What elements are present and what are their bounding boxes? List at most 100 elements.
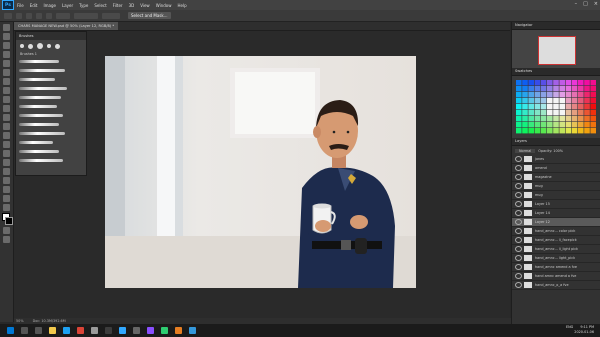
brush-stroke-item[interactable] [19, 94, 83, 101]
swatch-cell[interactable] [584, 116, 590, 122]
swatch-cell[interactable] [547, 104, 553, 110]
swatch-cell[interactable] [516, 122, 522, 128]
layer-row[interactable]: hand_amnc amend a fve [512, 263, 600, 272]
stamp-tool-icon[interactable] [3, 96, 10, 103]
swatch-cell[interactable] [547, 86, 553, 92]
swatch-cell[interactable] [516, 110, 522, 116]
swatch-cell[interactable] [547, 92, 553, 98]
brush-size-picker[interactable] [56, 12, 70, 19]
brush-stroke-item[interactable] [19, 85, 83, 92]
swatch-cell[interactable] [578, 128, 584, 134]
swatch-cell[interactable] [516, 98, 522, 104]
pen-tool-icon[interactable] [3, 150, 10, 157]
swatch-cell[interactable] [547, 128, 553, 134]
photoshop-icon[interactable] [119, 327, 126, 334]
swatch-cell[interactable] [534, 128, 541, 134]
swatch-cell[interactable] [559, 116, 565, 122]
swatch-cell[interactable] [553, 122, 559, 128]
swatch-cell[interactable] [559, 98, 565, 104]
swatch-cell[interactable] [571, 128, 578, 134]
swatch-cell[interactable] [590, 98, 596, 104]
swatch-cell[interactable] [584, 92, 590, 98]
maximize-icon[interactable]: □ [583, 1, 588, 7]
swatch-cell[interactable] [540, 128, 547, 134]
swatch-cell[interactable] [540, 80, 547, 86]
swatch-cell[interactable] [578, 80, 584, 86]
visibility-eye-icon[interactable] [515, 156, 522, 162]
visibility-eye-icon[interactable] [515, 183, 522, 189]
visibility-eye-icon[interactable] [515, 210, 522, 216]
swatch-cell[interactable] [565, 104, 572, 110]
swatch-cell[interactable] [540, 116, 547, 122]
files-icon[interactable] [91, 327, 98, 334]
swatch-cell[interactable] [534, 116, 541, 122]
swatch-cell[interactable] [578, 116, 584, 122]
path-select-tool-icon[interactable] [3, 168, 10, 175]
visibility-eye-icon[interactable] [515, 201, 522, 207]
swatch-cell[interactable] [522, 128, 528, 134]
swatch-cell[interactable] [534, 92, 541, 98]
crop-tool-icon[interactable] [3, 60, 10, 67]
brush-stroke-item[interactable] [19, 121, 83, 128]
swatch-cell[interactable] [534, 122, 541, 128]
visibility-eye-icon[interactable] [515, 273, 522, 279]
swatch-cell[interactable] [528, 98, 534, 104]
blend-mode-select[interactable]: Normal [515, 148, 536, 153]
swatch-cell[interactable] [578, 110, 584, 116]
swatch-cell[interactable] [547, 80, 553, 86]
app-icon-1[interactable] [133, 327, 140, 334]
swatch-cell[interactable] [571, 122, 578, 128]
swatch-cell[interactable] [540, 104, 547, 110]
swatch-cell[interactable] [522, 98, 528, 104]
swatch-cell[interactable] [522, 86, 528, 92]
swatch-cell[interactable] [571, 98, 578, 104]
blur-tool-icon[interactable] [3, 132, 10, 139]
swatch-cell[interactable] [528, 86, 534, 92]
obs-icon[interactable] [105, 327, 112, 334]
layer-row[interactable]: magazine [512, 173, 600, 182]
visibility-eye-icon[interactable] [515, 246, 522, 252]
swatch-cell[interactable] [590, 86, 596, 92]
close-icon[interactable]: × [594, 1, 598, 7]
swatch-cell[interactable] [553, 110, 559, 116]
visibility-eye-icon[interactable] [515, 174, 522, 180]
swatch-cell[interactable] [559, 122, 565, 128]
swatch-cell[interactable] [584, 104, 590, 110]
menu-select[interactable]: Select [94, 3, 106, 8]
layer-row[interactable]: mug [512, 191, 600, 200]
swatch-cell[interactable] [540, 98, 547, 104]
swatch-cell[interactable] [584, 122, 590, 128]
swatch-cell[interactable] [540, 110, 547, 116]
select-and-mask-button[interactable]: Select and Mask... [128, 12, 171, 19]
layer-row[interactable]: Layer 14 [512, 209, 600, 218]
swatch-cell[interactable] [528, 116, 534, 122]
menu-edit[interactable]: Edit [30, 3, 38, 8]
language-indicator[interactable]: ENG [566, 325, 573, 329]
color-swatch-grid[interactable] [512, 76, 600, 138]
swatch-cell[interactable] [540, 92, 547, 98]
swatch-cell[interactable] [540, 122, 547, 128]
search-icon[interactable] [21, 327, 28, 334]
swatch-cell[interactable] [553, 128, 559, 134]
marquee-tool-icon[interactable] [3, 33, 10, 40]
swatch-cell[interactable] [584, 80, 590, 86]
add-selection-button[interactable] [26, 12, 32, 19]
swatch-cell[interactable] [547, 116, 553, 122]
swatch-cell[interactable] [528, 92, 534, 98]
menu-type[interactable]: Type [79, 3, 88, 8]
swatch-cell[interactable] [590, 80, 596, 86]
layer-row[interactable]: hand_amnc... color pick [512, 227, 600, 236]
enhance-edge-checkbox[interactable] [102, 12, 120, 19]
subtract-selection-button[interactable] [36, 12, 42, 19]
taskview-icon[interactable] [35, 327, 42, 334]
layer-row[interactable]: hand_amnc... li_facepick [512, 236, 600, 245]
swatch-cell[interactable] [578, 92, 584, 98]
background-color-swatch[interactable] [5, 217, 13, 225]
brush-stroke-item[interactable] [19, 112, 83, 119]
swatch-cell[interactable] [578, 86, 584, 92]
visibility-eye-icon[interactable] [515, 165, 522, 171]
layer-row[interactable]: Layer 12 [512, 218, 600, 227]
visibility-eye-icon[interactable] [515, 282, 522, 288]
swatch-cell[interactable] [528, 104, 534, 110]
brush-stroke-item[interactable] [19, 130, 83, 137]
